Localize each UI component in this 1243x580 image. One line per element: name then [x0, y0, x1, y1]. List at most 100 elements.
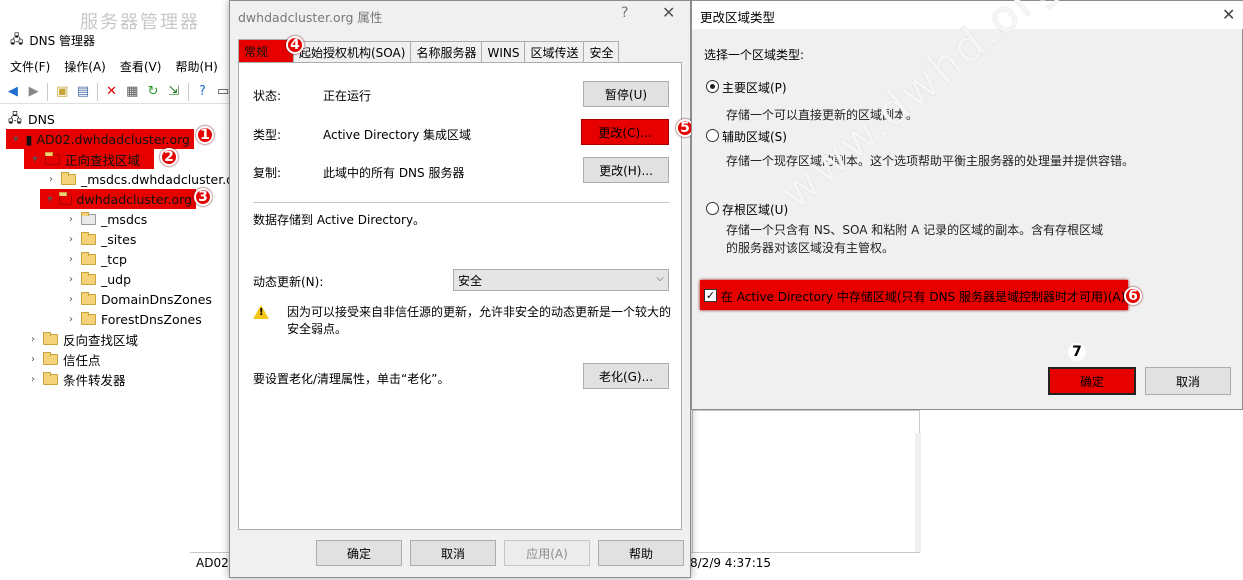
- tree-item-zone-child[interactable]: › _sites: [64, 229, 136, 249]
- tree-item-trust-points[interactable]: › 信任点: [26, 349, 101, 369]
- tab-soa[interactable]: 起始授权机构(SOA): [293, 41, 412, 63]
- toolbar-separator: [47, 82, 49, 101]
- annotation-badge: 6: [1124, 287, 1142, 305]
- chevron-right-icon[interactable]: ›: [26, 354, 40, 365]
- status-value: 正在运行: [323, 89, 372, 103]
- warning-icon: !: [253, 305, 269, 319]
- chevron-right-icon[interactable]: ›: [26, 374, 40, 385]
- forward-arrow-icon[interactable]: ▶: [25, 82, 43, 102]
- tree-item-dns-root[interactable]: 🖧 DNS: [8, 109, 55, 129]
- aging-button[interactable]: 老化(G)...: [583, 363, 669, 389]
- chevron-right-icon[interactable]: ›: [26, 334, 40, 345]
- status-timestamp: 8/2/9 4:37:15: [690, 556, 772, 570]
- folder-icon: [81, 271, 96, 285]
- menu-file[interactable]: 文件(F): [10, 58, 50, 75]
- apply-button[interactable]: 应用(A): [504, 540, 590, 566]
- primary-zone-label[interactable]: 主要区域(P): [722, 79, 787, 96]
- chevron-right-icon[interactable]: ›: [44, 174, 58, 185]
- store-in-ad-label[interactable]: 在 Active Directory 中存储区域(只有 DNS 服务器是域控制器…: [721, 288, 1125, 305]
- ok-button[interactable]: 确定: [316, 540, 402, 566]
- tree-item-zone[interactable]: ▾ dwhdadcluster.org: [40, 189, 196, 209]
- tab-name-servers[interactable]: 名称服务器: [410, 41, 483, 63]
- ok-button[interactable]: 确定: [1048, 367, 1136, 395]
- toolbar-separator: [187, 82, 189, 101]
- chevron-right-icon[interactable]: ›: [64, 314, 78, 325]
- refresh-icon[interactable]: ↻: [144, 82, 162, 102]
- menu-action[interactable]: 操作(A): [64, 58, 106, 75]
- stub-zone-label[interactable]: 存根区域(U): [722, 201, 788, 218]
- folder-icon: [43, 371, 58, 385]
- tree-item-zone-child[interactable]: › _tcp: [64, 249, 127, 269]
- cancel-button[interactable]: 取消: [1145, 367, 1231, 395]
- secondary-zone-label[interactable]: 辅助区域(S): [722, 128, 787, 145]
- tree-item-conditional-forwarders[interactable]: › 条件转发器: [26, 369, 126, 389]
- primary-zone-desc: 存储一个可以直接更新的区域副本。: [726, 108, 919, 122]
- show-hide-tree-icon[interactable]: ▤: [74, 82, 92, 102]
- folder-icon: [81, 311, 96, 325]
- type-label: 类型:: [253, 128, 282, 142]
- menu-view[interactable]: 查看(V): [120, 58, 162, 75]
- toolbar: ◀ ▶ ▣ ▤ ✕ ▦ ↻ ⇲ ? ▭: [0, 80, 232, 104]
- tree-item-zone-child[interactable]: › _udp: [64, 269, 131, 289]
- annotation-badge: 2: [160, 148, 178, 166]
- chevron-down-icon: ⌵: [656, 273, 664, 284]
- back-arrow-icon[interactable]: ◀: [4, 82, 22, 102]
- chevron-right-icon[interactable]: ›: [64, 214, 78, 225]
- tree-item-reverse-zones[interactable]: › 反向查找区域: [26, 329, 138, 349]
- chevron-right-icon[interactable]: ›: [64, 274, 78, 285]
- secondary-zone-radio[interactable]: [706, 129, 719, 142]
- primary-zone-radio[interactable]: [706, 80, 719, 93]
- chevron-down-icon[interactable]: ▾: [28, 154, 42, 165]
- annotation-badge: 4: [286, 36, 304, 54]
- up-folder-icon[interactable]: ▣: [53, 82, 71, 102]
- tree-item-msdcs-zone[interactable]: › _msdcs.dwhdadcluster.org: [44, 169, 247, 189]
- chevron-right-icon[interactable]: ›: [64, 254, 78, 265]
- toolbar-separator: [96, 82, 98, 101]
- folder-icon: [45, 151, 60, 165]
- chevron-right-icon[interactable]: ›: [64, 294, 78, 305]
- pause-button[interactable]: 暂停(U): [583, 81, 669, 107]
- help-icon[interactable]: ?: [621, 5, 628, 21]
- close-icon[interactable]: ✕: [1222, 5, 1235, 24]
- change-type-button[interactable]: 更改(C)...: [581, 119, 669, 145]
- tab-security[interactable]: 安全: [583, 41, 620, 63]
- divider: [253, 202, 669, 203]
- type-value: Active Directory 集成区域: [323, 128, 472, 142]
- delete-icon[interactable]: ✕: [103, 82, 121, 102]
- replication-label: 复制:: [253, 166, 282, 180]
- close-icon[interactable]: ✕: [662, 3, 675, 22]
- status-label: 状态:: [253, 89, 282, 103]
- secondary-zone-desc: 存储一个现存区域的副本。这个选项帮助平衡主服务器的处理量并提供容错。: [726, 154, 1135, 168]
- cancel-button[interactable]: 取消: [410, 540, 496, 566]
- chevron-down-icon[interactable]: ▾: [44, 194, 56, 205]
- tree-item-server[interactable]: ▾ ▮ AD02.dwhdadcluster.org: [6, 129, 194, 149]
- dns-icon: 🖧: [8, 109, 22, 125]
- change-replication-button[interactable]: 更改(H)...: [583, 157, 669, 183]
- export-list-icon[interactable]: ⇲: [165, 82, 183, 102]
- dynamic-update-select[interactable]: 安全 ⌵: [453, 269, 669, 291]
- stub-zone-radio[interactable]: [706, 202, 719, 215]
- dns-server-icon: 🖧: [10, 31, 24, 46]
- help-button[interactable]: 帮助: [598, 540, 684, 566]
- tree-item-zone-child[interactable]: › _msdcs: [64, 209, 147, 229]
- window-title: 🖧 DNS 管理器: [10, 30, 95, 50]
- chevron-right-icon[interactable]: ›: [64, 234, 78, 245]
- general-tab-page: 状态: 正在运行 暂停(U) 类型: Active Directory 集成区域…: [238, 62, 682, 530]
- menu-help[interactable]: 帮助(H): [175, 58, 217, 75]
- warning-text: 因为可以接受来自非信任源的更新，允许非安全的动态更新是一个较大的安全弱点。: [287, 305, 672, 336]
- tree-item-zone-child[interactable]: › ForestDnsZones: [64, 309, 202, 329]
- chevron-down-icon[interactable]: ▾: [10, 134, 22, 145]
- store-in-ad-checkbox[interactable]: ✓: [704, 289, 717, 302]
- properties-icon[interactable]: ▦: [123, 82, 141, 102]
- help-icon[interactable]: ?: [194, 82, 212, 102]
- zone-properties-dialog: dwhdadcluster.org 属性 ? ✕ 常规 起始授权机构(SOA) …: [229, 0, 691, 578]
- zone-type-prompt: 选择一个区域类型:: [704, 48, 805, 62]
- details-pane: [692, 410, 921, 553]
- tab-wins[interactable]: WINS: [481, 41, 526, 63]
- change-zone-type-dialog: 更改区域类型 ✕ 选择一个区域类型: 主要区域(P) 存储一个可以直接更新的区域…: [691, 0, 1243, 410]
- tab-zone-transfers[interactable]: 区域传送: [524, 41, 585, 63]
- tree-item-forward-zones[interactable]: ▾ 正向查找区域: [24, 149, 154, 169]
- stub-zone-desc: 存储一个只含有 NS、SOA 和粘附 A 记录的区域的副本。含有存根区域的服务器…: [726, 223, 1104, 255]
- scrollbar[interactable]: [915, 433, 921, 553]
- tree-item-zone-child[interactable]: › DomainDnsZones: [64, 289, 212, 309]
